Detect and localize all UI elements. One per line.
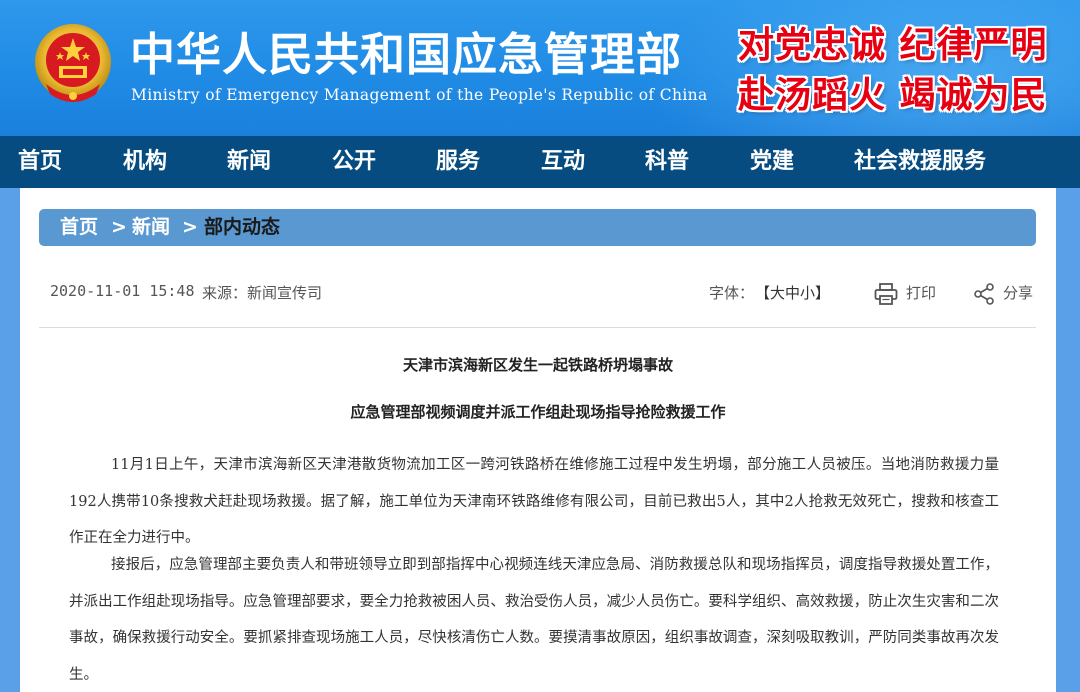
site-title-cn: 中华人民共和国应急管理部 — [130, 28, 683, 81]
font-size-switcher[interactable]: 【大中小】 — [755, 282, 830, 303]
site-header-banner: 中华人民共和国应急管理部 Ministry of Emergency Manag… — [0, 0, 1080, 136]
breadcrumb-current: 部内动态 — [204, 216, 281, 238]
article-paragraph: 11月1日上午，天津市滨海新区天津港散货物流加工区一跨河铁路桥在维修施工过程中发… — [69, 457, 999, 546]
breadcrumb-home[interactable]: 首页 — [60, 209, 98, 246]
print-link[interactable]: 打印 — [906, 282, 936, 303]
printer-icon[interactable] — [874, 283, 898, 305]
meta-divider — [39, 327, 1036, 328]
breadcrumb-separator: > — [111, 216, 127, 238]
nav-item-interaction[interactable]: 互动 — [541, 136, 585, 188]
breadcrumb-separator: > — [182, 216, 198, 238]
nav-item-science[interactable]: 科普 — [645, 136, 689, 188]
article-subtitle: 应急管理部视频调度并派工作组赴现场指导抢险救援工作 — [350, 403, 726, 421]
share-icon[interactable] — [973, 283, 995, 305]
nav-item-public[interactable]: 公开 — [332, 136, 376, 188]
article-title: 天津市滨海新区发生一起铁路桥坍塌事故 — [402, 356, 673, 374]
breadcrumb: 首页 > 新闻 > 部内动态 — [39, 209, 1036, 246]
nav-item-home[interactable]: 首页 — [18, 136, 62, 188]
slogan-line-1: 对党忠诚 纪律严明 — [738, 24, 1048, 66]
slogan-line-2: 赴汤蹈火 竭诚为民 — [738, 74, 1048, 116]
nav-item-news[interactable]: 新闻 — [227, 136, 271, 188]
nav-item-party[interactable]: 党建 — [750, 136, 794, 188]
nav-item-organization[interactable]: 机构 — [123, 136, 167, 188]
share-link[interactable]: 分享 — [1003, 282, 1033, 303]
article-source: 来源：新闻宣传司 — [202, 284, 323, 302]
main-nav: 首页 机构 新闻 公开 服务 互动 科普 党建 社会救援服务 — [0, 136, 1080, 188]
article-container: 首页 > 新闻 > 部内动态 2020-11-01 15:48 来源：新闻宣传司… — [20, 188, 1056, 692]
publish-datetime: 2020-11-01 15:48 — [50, 282, 195, 300]
nav-item-social-rescue[interactable]: 社会救援服务 — [854, 136, 986, 188]
site-title-en: Ministry of Emergency Management of the … — [131, 86, 708, 104]
article-paragraph: 接报后，应急管理部主要负责人和带班领导立即到部指挥中心视频连线天津应急局、消防救… — [69, 557, 999, 683]
breadcrumb-news[interactable]: 新闻 — [132, 209, 170, 246]
font-size-label: 字体： — [709, 284, 755, 302]
nav-item-services[interactable]: 服务 — [436, 136, 480, 188]
national-emblem-icon — [35, 24, 111, 102]
